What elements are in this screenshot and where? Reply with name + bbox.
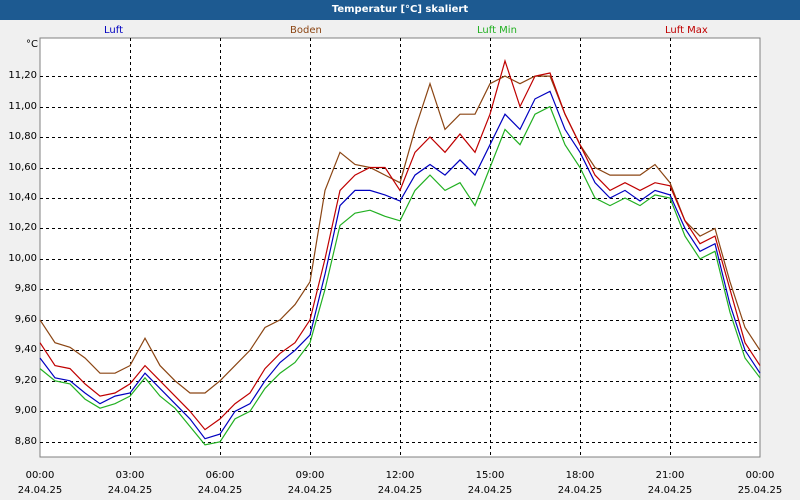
y-tick-label: 10,60	[8, 161, 37, 173]
x-tick-date: 24.04.25	[287, 485, 333, 496]
x-tick-time: 06:00	[205, 470, 235, 481]
x-tick-time: 12:00	[385, 470, 415, 481]
y-tick-label: 10,20	[8, 222, 37, 234]
x-tick-label: 21:00 24.04.25	[640, 468, 700, 498]
x-tick-date: 24.04.25	[377, 485, 423, 496]
x-tick-label: 12:00 24.04.25	[370, 468, 430, 498]
y-tick-label: 10,80	[8, 131, 37, 143]
x-tick-date: 25.04.25	[737, 485, 783, 496]
x-tick-label: 00:00 24.04.25	[10, 468, 70, 498]
x-tick-date: 24.04.25	[647, 485, 693, 496]
x-tick-label: 00:00 25.04.25	[730, 468, 790, 498]
x-tick-date: 24.04.25	[17, 485, 63, 496]
x-tick-label: 03:00 24.04.25	[100, 468, 160, 498]
y-tick-label: 9,60	[14, 313, 37, 325]
x-tick-label: 06:00 24.04.25	[190, 468, 250, 498]
y-tick-label: 9,40	[14, 344, 37, 356]
y-tick-label: 9,20	[14, 374, 37, 386]
x-tick-time: 21:00	[655, 470, 685, 481]
x-tick-date: 24.04.25	[467, 485, 513, 496]
x-tick-time: 03:00	[115, 470, 145, 481]
x-tick-time: 00:00	[745, 470, 775, 481]
x-tick-date: 24.04.25	[107, 485, 153, 496]
y-tick-label: 9,80	[14, 283, 37, 295]
y-tick-label: 10,40	[8, 191, 37, 203]
chart-plot	[39, 37, 761, 458]
x-tick-label: 09:00 24.04.25	[280, 468, 340, 498]
y-tick-label: 11,20	[8, 70, 37, 82]
x-tick-date: 24.04.25	[197, 485, 243, 496]
x-tick-time: 18:00	[565, 470, 595, 481]
y-tick-label: 9,00	[14, 405, 37, 417]
y-tick-label: 10,00	[8, 252, 37, 264]
x-tick-label: 18:00 24.04.25	[550, 468, 610, 498]
x-tick-time: 15:00	[475, 470, 505, 481]
x-tick-time: 00:00	[25, 470, 55, 481]
x-tick-label: 15:00 24.04.25	[460, 468, 520, 498]
x-tick-time: 09:00	[295, 470, 325, 481]
x-tick-date: 24.04.25	[557, 485, 603, 496]
y-tick-label: 11,00	[8, 100, 37, 112]
y-tick-label: 8,80	[14, 435, 37, 447]
